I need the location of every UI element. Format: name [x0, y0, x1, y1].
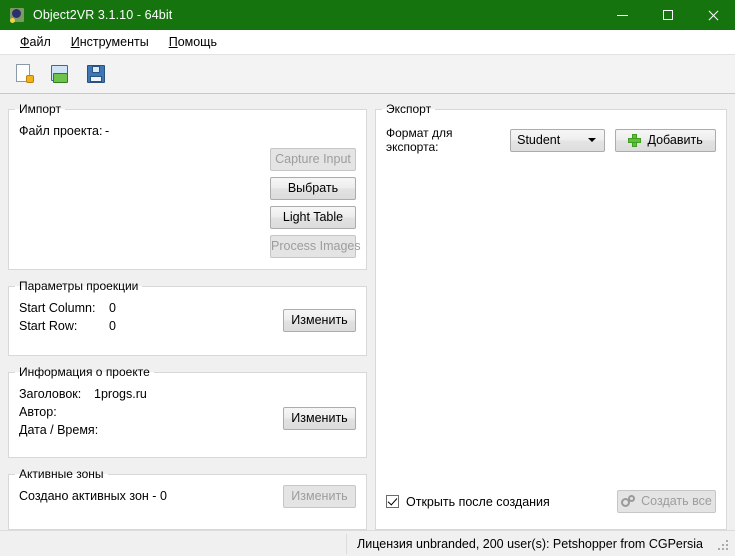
close-button[interactable]	[690, 0, 735, 30]
maximize-button[interactable]	[645, 0, 690, 30]
menu-label-file: айл	[29, 35, 51, 49]
select-button[interactable]: Выбрать	[270, 177, 356, 200]
application-window: Object2VR 3.1.10 - 64bit Файл Инструмент…	[0, 0, 735, 556]
menu-item-help[interactable]: Помощь	[159, 33, 227, 51]
create-all-label: Создать все	[641, 494, 712, 508]
start-row-value: 0	[109, 319, 116, 333]
right-panel: Экспорт Формат для экспорта: Student Доб…	[375, 102, 727, 530]
menu-label-tools: нструменты	[79, 35, 149, 49]
export-group-legend: Экспорт	[386, 102, 432, 116]
menu-item-file[interactable]: Файл	[10, 33, 61, 51]
statusbar: Лицензия unbranded, 200 user(s): Petshop…	[0, 530, 735, 556]
export-format-selected-value: Student	[517, 133, 561, 147]
open-folder-icon	[49, 63, 71, 85]
start-column-label: Start Column:	[19, 301, 96, 315]
menubar: Файл Инструменты Помощь	[0, 30, 735, 54]
project-title-value: 1progs.ru	[94, 387, 147, 401]
open-project-button[interactable]	[44, 58, 76, 90]
export-group: Экспорт Формат для экспорта: Student Доб…	[375, 102, 727, 530]
process-images-button[interactable]: Process Images	[270, 235, 361, 258]
save-floppy-icon	[85, 63, 107, 85]
add-export-label: Добавить	[647, 132, 703, 147]
menu-accel-help: П	[168, 35, 178, 49]
green-plus-icon	[628, 133, 642, 147]
menu-item-tools[interactable]: Инструменты	[61, 33, 159, 51]
projection-params-legend: Параметры проекции	[19, 279, 139, 293]
object2vr-app-icon	[9, 7, 25, 23]
project-title-row: Заголовок: 1progs.ru	[19, 385, 356, 403]
chevron-down-icon	[588, 138, 597, 142]
main-content: Импорт Файл проекта: - Capture Input Выб…	[0, 94, 735, 530]
import-button-stack: Capture Input Выбрать Light Table Proces…	[270, 148, 361, 258]
titlebar: Object2VR 3.1.10 - 64bit	[0, 0, 735, 30]
projection-edit-button[interactable]: Изменить	[283, 309, 356, 332]
hotspots-legend: Активные зоны	[19, 467, 104, 481]
menu-accel-tools: И	[70, 35, 80, 49]
window-controls	[600, 0, 735, 30]
minimize-button[interactable]	[600, 0, 645, 30]
project-file-row: Файл проекта: -	[19, 122, 356, 140]
menu-label-help: омощь	[177, 35, 217, 49]
add-export-button[interactable]: Добавить	[615, 128, 716, 152]
project-file-label: Файл проекта:	[19, 124, 103, 138]
start-column-value: 0	[109, 301, 116, 315]
light-table-button[interactable]: Light Table	[270, 206, 356, 229]
menu-accel-file: Ф	[20, 35, 30, 49]
project-info-group: Информация о проекте Заголовок: 1progs.r…	[8, 365, 367, 458]
open-after-create-checkbox[interactable]: Открыть после создания	[386, 495, 550, 509]
export-format-select[interactable]: Student	[510, 128, 606, 152]
export-format-label: Формат для экспорта:	[386, 126, 453, 154]
hotspots-edit-button[interactable]: Изменить	[283, 485, 356, 508]
project-info-edit-button[interactable]: Изменить	[283, 407, 356, 430]
minimize-icon	[617, 14, 628, 16]
checkmark-icon	[386, 495, 399, 508]
import-group: Импорт Файл проекта: - Capture Input Выб…	[8, 102, 367, 270]
project-author-label: Автор:	[19, 405, 57, 419]
start-row-label: Start Row:	[19, 319, 78, 333]
project-title-label: Заголовок:	[19, 387, 82, 401]
close-icon	[707, 10, 718, 21]
project-datetime-label: Дата / Время:	[19, 423, 99, 437]
gears-icon	[621, 495, 636, 508]
import-group-legend: Импорт	[19, 102, 61, 116]
resize-grip-icon[interactable]	[717, 537, 731, 551]
left-panel: Импорт Файл проекта: - Capture Input Выб…	[8, 102, 367, 530]
license-status-text: Лицензия unbranded, 200 user(s): Petshop…	[346, 533, 713, 554]
open-after-create-label: Открыть после создания	[406, 494, 550, 509]
projection-params-group: Параметры проекции Start Column: 0 Start…	[8, 279, 367, 356]
capture-input-button[interactable]: Capture Input	[270, 148, 356, 171]
new-project-button[interactable]	[8, 58, 40, 90]
maximize-icon	[662, 10, 673, 20]
window-title: Object2VR 3.1.10 - 64bit	[33, 8, 173, 22]
project-info-legend: Информация о проекте	[19, 365, 150, 379]
hotspots-status-text: Создано активных зон - 0	[19, 489, 167, 503]
new-document-icon	[13, 63, 35, 85]
hotspots-group: Активные зоны Создано активных зон - 0 И…	[8, 467, 367, 530]
save-project-button[interactable]	[80, 58, 112, 90]
project-file-value: -	[105, 124, 110, 138]
export-format-row: Формат для экспорта: Student Добавить	[386, 126, 716, 154]
toolbar	[0, 54, 735, 94]
